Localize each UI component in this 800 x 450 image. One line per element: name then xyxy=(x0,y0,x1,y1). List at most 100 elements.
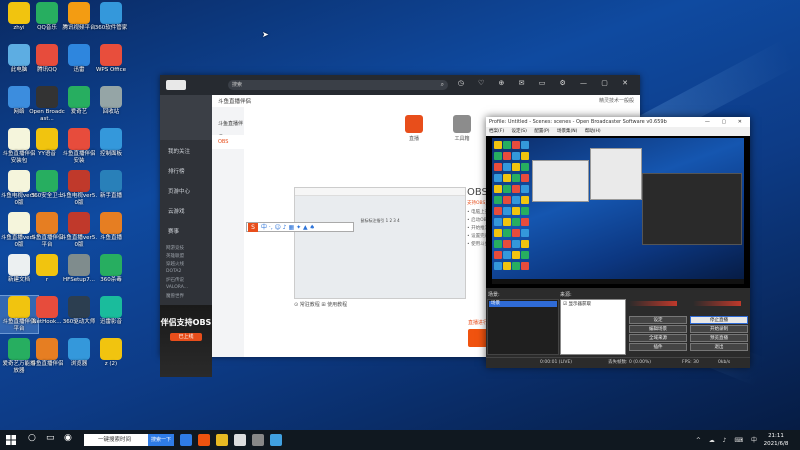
search-icon[interactable]: ⌕ xyxy=(441,80,444,90)
preview-desktop-icon xyxy=(521,141,529,149)
taskbar-clock[interactable]: 21:11 2021/6/8 xyxy=(758,432,794,448)
tool-live[interactable]: 直播 xyxy=(394,115,434,142)
preview-desktop-icon xyxy=(494,240,502,248)
user-name[interactable]: 精灵技术一般般 xyxy=(599,97,634,104)
taskbar-search-input[interactable]: 一键搜索时间 搜索一下 xyxy=(84,434,174,446)
obs-taskbar-icon[interactable] xyxy=(252,434,264,446)
app-icon xyxy=(36,44,58,66)
browser-icon[interactable]: ◉ xyxy=(64,433,72,443)
scene-item[interactable]: 场景 xyxy=(489,301,557,307)
douyu-search-input[interactable]: 搜索 ⌕ xyxy=(228,80,448,90)
window-controls[interactable]: — ▢ ✕ xyxy=(705,117,747,127)
edge-icon[interactable] xyxy=(180,434,192,446)
system-tray[interactable]: ^ ☁ ♪ ⌨ 中 xyxy=(696,435,760,444)
sidebar-item-games[interactable]: 页游中心 xyxy=(168,187,190,195)
preview-desktop-icon xyxy=(512,196,520,204)
sidebar-item-rank[interactable]: 排行榜 xyxy=(168,167,185,175)
scenes-list[interactable]: 场景 xyxy=(487,299,559,355)
cortana-icon[interactable]: ○ xyxy=(28,433,36,443)
desktop-icon[interactable]: 回收站 xyxy=(92,86,130,116)
banner-button[interactable]: 已上线 xyxy=(170,333,202,341)
preview-desktop-icon xyxy=(512,262,520,270)
desktop-icon[interactable]: 新手直播 xyxy=(92,170,130,200)
tool-live-label: 直播 xyxy=(408,136,419,142)
preview-desktop-icon xyxy=(521,196,529,204)
preview-window xyxy=(532,160,589,202)
sidebar-sub-item[interactable]: 炉石传说 xyxy=(166,277,184,283)
douyu-top-icons[interactable]: ◷ ♡ ⊕ ✉ ▭ ⚙ — ▢ ✕ xyxy=(458,79,634,87)
desktop-icon[interactable]: 斗鱼直播 xyxy=(92,212,130,242)
sidebar-item-events[interactable]: 赛事 xyxy=(168,227,179,235)
app-icon xyxy=(8,296,30,318)
task-view-icon[interactable]: ▭ xyxy=(46,433,55,443)
taskbar-search-button[interactable]: 搜索一下 xyxy=(148,434,174,446)
tool-toolbox-label: 工具箱 xyxy=(454,136,470,142)
sources-list[interactable]: ☑ 显示器获取 xyxy=(560,299,626,355)
douyu-logo xyxy=(166,80,186,90)
preview-desktop-icon xyxy=(494,196,502,204)
desktop-icon[interactable]: z (2) xyxy=(92,338,130,368)
desktop-icon[interactable]: 360软件管家 xyxy=(92,2,130,32)
sidebar-sub-item[interactable]: 网游竞技 xyxy=(166,245,184,251)
app-icon xyxy=(36,170,58,192)
sidebar-item-follow[interactable]: 我的关注 xyxy=(168,147,190,155)
nav-item-douyu[interactable]: 斗鱼直播伴侣 xyxy=(212,117,244,141)
preview-desktop-icon xyxy=(503,229,511,237)
sidebar-item-cloud[interactable]: 云游戏 xyxy=(168,207,185,215)
app-icon xyxy=(36,338,58,360)
preview-window xyxy=(590,148,642,200)
edit-scene-button[interactable]: 编辑场景 xyxy=(629,325,687,333)
preview-desktop-icon xyxy=(512,174,520,182)
preview-stream-button[interactable]: 预览直播 xyxy=(690,334,748,342)
explorer-icon[interactable] xyxy=(216,434,228,446)
app-icon xyxy=(36,212,58,234)
obs-window-title: Profile: Untitled - Scenes: scenes - Ope… xyxy=(489,119,667,125)
obs-menubar[interactable]: 档案(F) 设定(S) 配置(P) 场景集(N) 帮助(H) xyxy=(486,127,750,136)
source-item[interactable]: ☑ 显示器获取 xyxy=(563,301,591,307)
desktop-icon[interactable]: WPS Office xyxy=(92,44,130,74)
app-icon xyxy=(100,86,122,108)
ime-toolbar[interactable]: S 中 ·, ☺ ♪ ▦ ✦ ▲ ♠ xyxy=(246,222,354,232)
desktop-icon[interactable]: 控制面板 xyxy=(92,128,130,158)
app-icon[interactable] xyxy=(270,434,282,446)
app-icon xyxy=(68,86,90,108)
settings-button[interactable]: 设定 xyxy=(629,316,687,324)
sidebar-sub-item[interactable]: DOTA2 xyxy=(166,269,181,274)
desktop-meter xyxy=(693,301,741,306)
sidebar-sub-item[interactable]: 穿越火线 xyxy=(166,261,184,267)
app-icon[interactable] xyxy=(234,434,246,446)
obs-support-banner[interactable]: 伴侣支持OBS 已上线 xyxy=(160,305,212,377)
preview-desktop-icon xyxy=(503,218,511,226)
desktop-icon[interactable]: 迅雷影音 xyxy=(92,296,130,326)
status-time: 0:00:01 (LIVE) xyxy=(540,360,573,365)
preview-desktop-icon xyxy=(494,185,502,193)
preview-desktop-icon xyxy=(521,251,529,259)
tool-toolbox[interactable]: 工具箱 xyxy=(442,115,482,142)
sidebar-sub-item[interactable]: 英雄联盟 xyxy=(166,253,184,259)
preview-desktop-icon xyxy=(503,152,511,160)
desktop-icon[interactable]: 360杀毒 xyxy=(92,254,130,284)
live-icon xyxy=(405,115,423,133)
app-icon xyxy=(36,2,58,24)
clock-time: 21:11 xyxy=(768,433,784,439)
obs-heading: OBS xyxy=(467,187,488,198)
global-sources-button[interactable]: 全域来源 xyxy=(629,334,687,342)
desktop: zhyi QQ音乐 腾讯视频平台 360软件管家 此电脑 腾讯QQ 迅雷 WPS Office… xyxy=(0,0,800,430)
windows-start-icon[interactable] xyxy=(6,435,16,445)
exit-button[interactable]: 退出 xyxy=(690,343,748,351)
nav-item-obs[interactable]: OBS xyxy=(212,135,244,149)
tutorial-links[interactable]: ⊙ 常驻教程 ⊞ 使用教程 xyxy=(294,301,347,308)
sidebar-sub-item[interactable]: 魔兽世界 xyxy=(166,293,184,299)
stop-stream-button[interactable]: 停止直播 xyxy=(690,316,748,324)
plugins-button[interactable]: 插件 xyxy=(629,343,687,351)
preview-desktop-icon xyxy=(503,240,511,248)
banner-title: 伴侣支持OBS xyxy=(160,318,212,327)
obs-window[interactable]: Profile: Untitled - Scenes: scenes - Ope… xyxy=(486,117,750,368)
clock-date: 2021/6/8 xyxy=(763,441,789,447)
preview-desktop-icon xyxy=(512,229,520,237)
start-record-button[interactable]: 开始录制 xyxy=(690,325,748,333)
status-fps: FPS: 30 xyxy=(682,360,699,365)
sidebar-sub-item[interactable]: VALORA... xyxy=(166,285,188,290)
douyu-taskbar-icon[interactable] xyxy=(198,434,210,446)
desktop-icon-label: 360软件管家 xyxy=(94,25,128,31)
